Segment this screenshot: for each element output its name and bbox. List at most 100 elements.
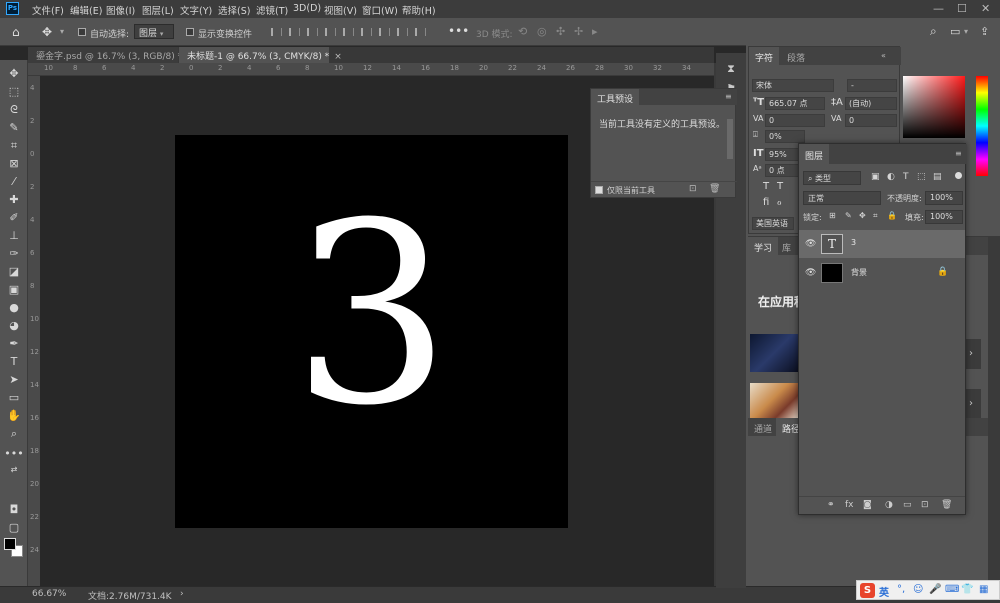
move-tool-icon[interactable]: ✥ [42, 25, 52, 39]
3d-slide-icon[interactable]: ✢ [574, 25, 583, 38]
menu-window[interactable]: 窗口(W) [362, 3, 398, 17]
horizontal-ruler[interactable]: 10 8 6 4 2 0 2 4 6 8 10 12 14 16 18 20 22 24 26 28 30 32 34 [28, 63, 714, 76]
lock-all-icon[interactable]: 🔒 [887, 211, 897, 220]
lock-pixels-icon[interactable]: ✎ [845, 211, 852, 220]
history-panel-icon[interactable]: ⧗ [722, 62, 740, 78]
history-brush-tool-icon[interactable]: ✑ [4, 246, 24, 262]
visibility-eye-icon[interactable]: 👁 [805, 268, 816, 278]
faux-italic-icon[interactable]: T [777, 181, 783, 192]
menu-3d[interactable]: 3D(D) [293, 3, 321, 14]
align-left-icon[interactable] [270, 27, 282, 37]
delete-preset-icon[interactable]: 🗑 [709, 184, 720, 194]
skin-icon[interactable]: 👕 [961, 584, 973, 595]
new-group-icon[interactable]: ▭ [903, 500, 912, 510]
presets-scrollbar[interactable] [727, 119, 733, 159]
3d-pan-icon[interactable]: ✣ [556, 25, 565, 38]
tab-character[interactable]: 字符 [749, 47, 780, 65]
language-select[interactable]: 美国英语 [752, 217, 794, 230]
panel-menu-icon[interactable]: ≡ [955, 149, 962, 158]
align-right-icon[interactable] [306, 27, 318, 37]
distribute-bottom-icon[interactable] [396, 27, 408, 37]
lock-position-icon[interactable]: ✥ [859, 211, 866, 220]
layer-filter-select[interactable]: ⌕ 类型 [803, 171, 861, 185]
layer-name[interactable]: 3 [851, 238, 856, 247]
zoom-tool-icon[interactable]: ⌕ [4, 426, 24, 442]
leading-field[interactable]: (自动) [845, 97, 897, 110]
path-select-tool-icon[interactable]: ➤ [4, 372, 24, 388]
share-icon[interactable]: ⇪ [980, 25, 989, 38]
type-tool-icon[interactable]: T [4, 354, 24, 370]
distribute-middle-icon[interactable] [378, 27, 390, 37]
right-panel-scrollbar[interactable] [988, 236, 1000, 586]
dodge-tool-icon[interactable]: ◕ [4, 318, 24, 334]
search-icon[interactable]: ⌕ [930, 24, 937, 39]
filter-smart-icon[interactable]: ▤ [933, 172, 942, 182]
zoom-level[interactable]: 66.67% [32, 589, 66, 599]
document-canvas[interactable]: 3 [175, 135, 568, 528]
panel-menu-icon[interactable]: ≡ [725, 92, 732, 101]
eraser-tool-icon[interactable]: ◪ [4, 264, 24, 280]
punctuation-icon[interactable]: °, [897, 584, 905, 595]
blend-mode-select[interactable]: 正常 [803, 191, 881, 205]
tab-libraries[interactable]: 库 [776, 237, 797, 255]
hue-slider[interactable] [976, 76, 988, 176]
font-size-field[interactable]: 665.07 点 [765, 97, 825, 110]
panel-collapse-icon[interactable]: « [881, 51, 886, 60]
more-options-icon[interactable]: ••• [448, 24, 469, 38]
menu-file[interactable]: 文件(F) [32, 3, 64, 17]
align-top-icon[interactable] [324, 27, 336, 37]
keyboard-icon[interactable]: ⌨ [945, 584, 959, 595]
tutorial-thumbnail[interactable] [750, 334, 798, 372]
toolbox-icon[interactable]: ▦ [979, 584, 988, 595]
foreground-color-swatch[interactable] [4, 538, 16, 550]
fill-field[interactable]: 100% [925, 210, 963, 224]
new-layer-icon[interactable]: ⊡ [921, 500, 929, 510]
tab-tool-presets[interactable]: 工具预设 [591, 89, 640, 105]
filter-toggle-icon[interactable] [955, 172, 962, 179]
menu-filter[interactable]: 滤镜(T) [256, 3, 288, 17]
vertical-ruler[interactable]: 4 2 0 2 4 6 8 10 12 14 16 18 20 22 24 [28, 76, 40, 586]
menu-view[interactable]: 视图(V) [324, 3, 357, 17]
menu-select[interactable]: 选择(S) [218, 3, 250, 17]
distribute-top-icon[interactable] [360, 27, 372, 37]
brush-tool-icon[interactable]: ✐ [4, 210, 24, 226]
edit-toolbar-icon[interactable]: ••• [4, 446, 24, 462]
3d-rotate-icon[interactable]: ⟲ [518, 25, 527, 38]
document-tab-untitled[interactable]: 未标题-1 @ 66.7% (3, CMYK/8) * × [179, 47, 342, 63]
hand-tool-icon[interactable]: ✋ [4, 408, 24, 424]
font-family-select[interactable]: 宋体 [752, 79, 834, 92]
workspace-icon[interactable]: ▭ [950, 25, 960, 38]
home-icon[interactable]: ⌂ [12, 25, 20, 39]
color-picker-field[interactable] [903, 76, 965, 138]
marquee-tool-icon[interactable]: ⬚ [4, 84, 24, 100]
kerning-field[interactable]: 0 [765, 114, 825, 127]
frame-tool-icon[interactable]: ⊠ [4, 156, 24, 172]
vertical-scale-field[interactable]: 0% [765, 130, 805, 143]
minimize-icon[interactable]: — [933, 2, 944, 15]
ligature-icon[interactable]: fi [763, 197, 769, 208]
font-style-select[interactable]: - [847, 79, 897, 92]
layer-style-icon[interactable]: fx [845, 500, 854, 510]
add-mask-icon[interactable]: ◙ [863, 500, 872, 510]
delete-layer-icon[interactable]: 🗑 [941, 500, 952, 510]
close-tab-icon[interactable]: × [334, 52, 342, 62]
workspace-chevron-icon[interactable]: ▾ [964, 27, 968, 36]
new-preset-icon[interactable]: ⊡ [689, 184, 697, 194]
tab-channels[interactable]: 通道 [748, 418, 778, 436]
current-tool-only-checkbox[interactable] [595, 186, 603, 194]
menu-type[interactable]: 文字(Y) [180, 3, 212, 17]
lock-transparent-icon[interactable]: ⊞ [829, 211, 836, 220]
filter-pixel-icon[interactable]: ▣ [871, 172, 880, 182]
tab-paragraph[interactable]: 段落 [781, 47, 811, 65]
ime-language-toggle[interactable]: 英 [879, 584, 889, 599]
pen-tool-icon[interactable]: ✒ [4, 336, 24, 352]
quick-mask-icon[interactable]: ◘ [4, 502, 24, 518]
blur-tool-icon[interactable]: ● [4, 300, 24, 316]
microphone-icon[interactable]: 🎤 [929, 584, 941, 595]
align-center-icon[interactable] [288, 27, 300, 37]
link-layers-icon[interactable]: ⚭ [827, 500, 835, 510]
emoji-icon[interactable]: ☺ [913, 584, 923, 595]
lasso-tool-icon[interactable]: ᘓ [4, 102, 24, 118]
gradient-tool-icon[interactable]: ▣ [4, 282, 24, 298]
lock-artboard-icon[interactable]: ⌗ [873, 211, 878, 221]
